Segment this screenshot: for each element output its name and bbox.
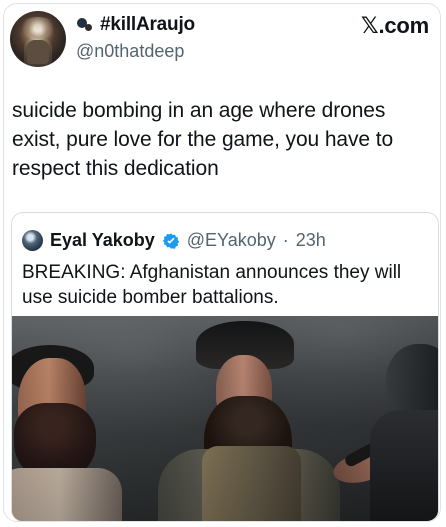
quoted-author-name[interactable]: Eyal Yakoby: [50, 230, 155, 251]
quoted-separator: ·: [282, 230, 289, 250]
author-avatar[interactable]: [10, 11, 66, 67]
tweet-text: suicide bombing in an age where drones e…: [12, 99, 394, 180]
author-name-row: #killAraujo: [76, 14, 195, 36]
site-label: 𝕏.com: [360, 13, 429, 39]
headphones-icon: [76, 16, 94, 34]
verified-icon: [162, 232, 180, 250]
quoted-tweet[interactable]: Eyal Yakoby @EYakoby · 23h BREAKING: Afg…: [11, 212, 439, 521]
quoted-author-avatar[interactable]: [22, 230, 43, 251]
quoted-author-handle[interactable]: @EYakoby: [187, 230, 276, 251]
author-handle[interactable]: @n0thatdeep: [76, 41, 184, 62]
photo-overlay: [12, 316, 438, 521]
quoted-tweet-text: BREAKING: Afghanistan announces they wil…: [22, 262, 402, 308]
site-text: 𝕏.com: [360, 13, 429, 38]
author-name[interactable]: #killAraujo: [100, 14, 195, 36]
tweet-header: #killAraujo @n0thatdeep 𝕏.com: [4, 4, 440, 84]
quoted-media-image[interactable]: [12, 316, 438, 521]
quoted-timestamp[interactable]: 23h: [296, 230, 326, 251]
tweet-card: #killAraujo @n0thatdeep 𝕏.com suicide bo…: [3, 3, 441, 522]
quoted-tweet-header: Eyal Yakoby @EYakoby · 23h: [22, 230, 326, 251]
